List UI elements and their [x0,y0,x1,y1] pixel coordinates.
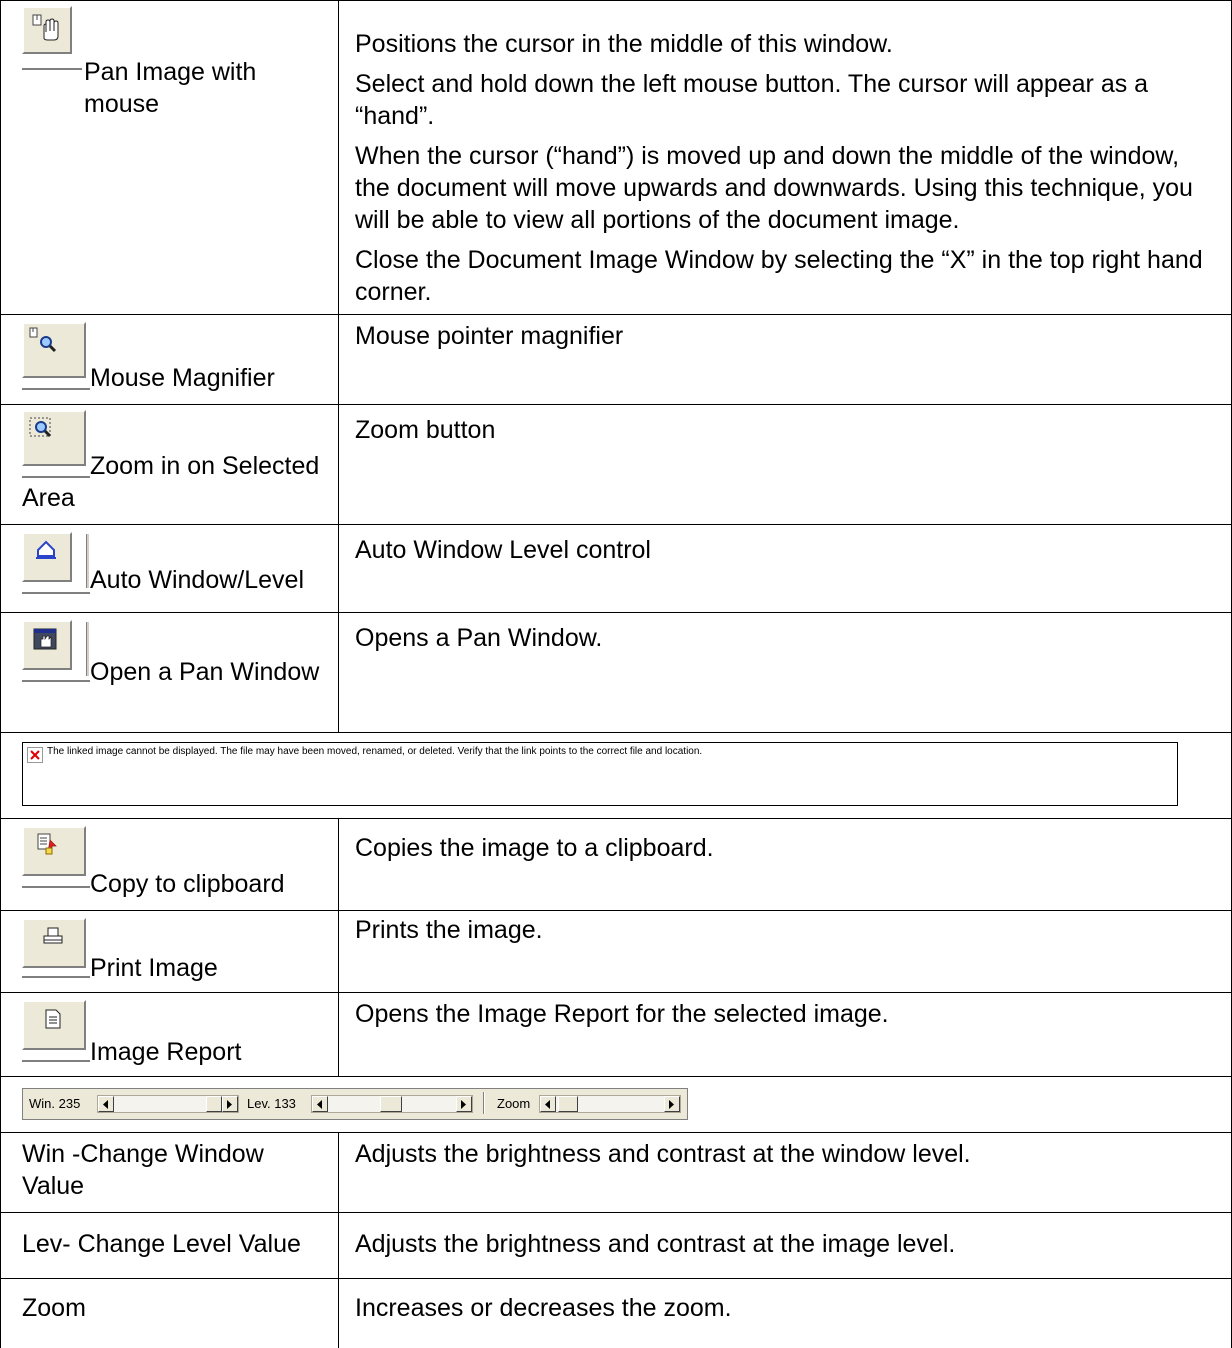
row-divider [0,992,1232,993]
copy-clipboard-icon [37,833,57,855]
button-underline [22,1060,90,1062]
win-scroll-thumb[interactable] [206,1096,222,1112]
column-divider [338,1132,339,1348]
win-scrollbar[interactable] [97,1095,239,1113]
button-underline [22,592,90,594]
description-line: Select and hold down the left mouse butt… [355,70,1149,130]
row-label: Lev- Change Level Value [22,1230,301,1258]
row-description: Auto Window Level control [355,534,1215,574]
description-line: Opens a Pan Window. [355,624,603,652]
row-divider [0,1212,1232,1213]
table-border [0,732,1,818]
mouse-magnifier-button[interactable] [22,322,86,378]
image-report-button[interactable] [22,1000,86,1050]
auto-window-level-button[interactable] [22,532,72,582]
description-line: When the cursor (“hand”) is moved up and… [355,142,1193,234]
row-description: Adjusts the brightness and contrast at t… [355,1230,956,1258]
scroll-left-arrow-icon[interactable] [98,1096,114,1112]
row-divider [0,524,1232,525]
row-description: Mouse pointer magnifier [355,320,1215,360]
broken-image-placeholder: The linked image cannot be displayed. Th… [22,742,1178,806]
row-label: Mouse Magnifier [90,364,275,392]
row-label: Win -Change Window Value [22,1140,264,1200]
scroll-right-arrow-icon[interactable] [222,1096,238,1112]
description-line: Positions the cursor in the middle of th… [355,30,893,58]
copy-clipboard-button[interactable] [22,826,86,876]
zoom-label: Zoom [497,1096,531,1111]
row-divider [0,818,1232,819]
pan-window-icon [33,628,57,650]
row-divider [0,612,1232,613]
mouse-magnifier-icon [29,327,57,353]
help-table: Pan Image with mouse Positions the curso… [0,0,1232,1348]
column-divider [338,818,339,1076]
win-value-label: Win. 235 [29,1096,81,1111]
row-description: Prints the image. [355,914,1215,954]
row-divider [0,1278,1232,1279]
lev-scrollbar[interactable] [311,1095,473,1113]
toolbar-separator [483,1092,485,1114]
description-line: Zoom button [355,416,496,444]
column-divider [338,0,339,732]
button-underline [22,886,90,888]
row-divider [0,404,1232,405]
row-divider [0,1132,1232,1133]
printer-icon [43,927,63,944]
scroll-left-arrow-icon[interactable] [540,1096,556,1112]
scroll-right-arrow-icon[interactable] [456,1096,472,1112]
row-label: Open a Pan Window [90,658,320,686]
toolbar-separator [86,534,89,588]
row-label: Print Image [90,954,218,982]
row-description: Copies the image to a clipboard. [355,832,1215,872]
description-line: Mouse pointer magnifier [355,322,624,350]
row-divider [0,732,1232,733]
description-line: Auto Window Level control [355,536,651,564]
row-divider [0,910,1232,911]
lev-scroll-thumb[interactable] [380,1096,402,1112]
row-label: Zoom [22,1294,86,1322]
row-label: Image Report [90,1038,242,1066]
zoom-scroll-thumb[interactable] [558,1096,578,1112]
print-image-button[interactable] [22,918,86,968]
pan-image-button[interactable] [22,6,72,54]
window-level-toolbar: Win. 235 Lev. 133 Zoom [22,1088,688,1120]
broken-image-message: The linked image cannot be displayed. Th… [47,746,703,757]
scroll-right-arrow-icon[interactable] [664,1096,680,1112]
scroll-left-arrow-icon[interactable] [312,1096,328,1112]
row-label: Zoom in on Selected Area [22,452,320,512]
description-line: Close the Document Image Window by selec… [355,246,1203,306]
row-description: Opens a Pan Window. [355,622,1215,662]
zoom-scrollbar[interactable] [539,1095,681,1113]
button-underline [22,976,90,978]
description-line: Opens the Image Report for the selected … [355,1000,889,1028]
table-border [0,818,1,1076]
zoom-area-icon [29,417,52,438]
lev-value-label: Lev. 133 [247,1096,296,1111]
row-label: Auto Window/Level [90,566,305,594]
auto-window-level-icon [36,540,56,559]
row-label: Pan Image with mouse [84,58,257,118]
row-description: Opens the Image Report for the selected … [355,998,1215,1038]
button-underline [22,388,90,390]
table-border [0,1076,1,1132]
description-line: Prints the image. [355,916,543,944]
description-line: Copies the image to a clipboard. [355,834,714,862]
row-label: Copy to clipboard [90,870,285,898]
broken-image-icon [27,747,43,763]
row-divider [0,1076,1232,1077]
table-border [0,1132,1,1348]
button-underline [22,68,82,70]
table-border [0,0,1,732]
pan-hand-icon [32,14,59,41]
row-description: Adjusts the brightness and contrast at t… [355,1140,971,1168]
row-description: Positions the cursor in the middle of th… [355,28,1215,316]
row-description: Zoom button [355,414,1215,454]
table-border [0,0,1232,1]
row-description: Increases or decreases the zoom. [355,1294,732,1322]
report-icon [45,1009,61,1029]
